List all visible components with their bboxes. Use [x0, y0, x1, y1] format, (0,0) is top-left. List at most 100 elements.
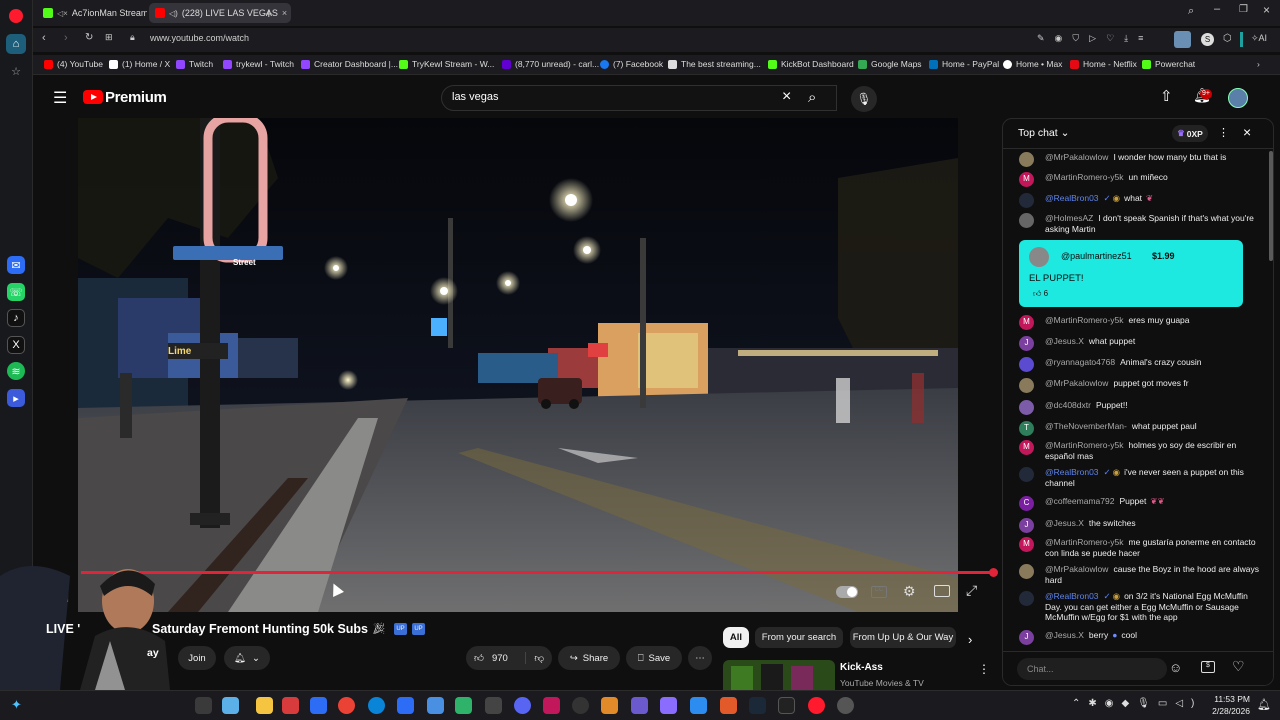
chip-from-search[interactable]: From your search — [755, 627, 843, 648]
recommendation-title[interactable]: Kick-Ass — [840, 662, 883, 673]
heart-icon[interactable]: ♡ — [1106, 33, 1114, 44]
s-extension-icon[interactable]: S — [1201, 33, 1214, 46]
tab-kick-stream[interactable]: ◁× Ac7ionMan Stream - V — [37, 3, 147, 23]
clock-time[interactable]: 11:53 PM — [1214, 694, 1250, 704]
whatsapp-icon[interactable]: ☏ — [7, 283, 25, 301]
camera-icon[interactable]: ◉ — [1055, 33, 1063, 44]
start-icon[interactable]: ✦ — [11, 697, 22, 713]
x-icon[interactable]: X — [7, 336, 25, 354]
chip-all[interactable]: All — [723, 627, 749, 648]
bookmark-mail[interactable]: (8,770 unread) - carl... — [502, 59, 599, 69]
play-icon[interactable]: ▷ — [1089, 33, 1096, 44]
fullscreen-icon[interactable]: ⤢ — [966, 582, 977, 599]
bookmark-x[interactable]: (1) Home / X — [109, 59, 170, 69]
search-input[interactable]: las vegas — [452, 91, 498, 103]
tiles-icon[interactable]: ⊞ — [105, 32, 113, 43]
app-icon[interactable] — [837, 697, 854, 714]
settings-gear-icon[interactable]: ⚙ — [903, 583, 916, 600]
recommendation-menu-icon[interactable]: ⋮ — [978, 662, 990, 676]
heart-icon[interactable]: ♡ — [1232, 658, 1245, 675]
close-chat-icon[interactable]: × — [1243, 124, 1251, 140]
notification-center-icon[interactable]: 🔔︎ — [1257, 698, 1271, 711]
youtube-logo-icon[interactable] — [83, 90, 103, 104]
bookmark-streaming[interactable]: The best streaming... — [668, 59, 761, 69]
bookmark-max[interactable]: Home • Max — [1003, 59, 1062, 69]
search-bar[interactable]: las vegas × — [441, 85, 837, 111]
file-explorer-icon[interactable] — [256, 697, 273, 714]
app-icon[interactable] — [543, 697, 560, 714]
copilot-icon[interactable] — [222, 697, 239, 714]
new-tab-icon[interactable]: + — [265, 6, 273, 21]
message-author[interactable]: @RealBron03 — [1045, 467, 1099, 477]
app-icon[interactable] — [631, 697, 648, 714]
app-icon[interactable] — [485, 697, 502, 714]
back-icon[interactable]: ‹ — [42, 32, 46, 44]
video-player[interactable]: Street Lime — [78, 118, 958, 612]
app-icon[interactable] — [572, 697, 589, 714]
message-author[interactable]: @Jesus.X — [1045, 630, 1084, 640]
super-chat-icon[interactable]: $ — [1201, 661, 1215, 673]
player-icon[interactable]: ▸ — [7, 389, 25, 407]
progress-bar[interactable] — [81, 571, 995, 574]
progress-scrubber[interactable] — [989, 568, 998, 577]
mic-icon[interactable]: 🎙︎ — [851, 86, 877, 112]
message-author[interactable]: @Jesus.X — [1045, 518, 1084, 528]
points-badge[interactable]: ♛ 0XP — [1172, 125, 1208, 142]
minimize-icon[interactable]: – — [1214, 3, 1220, 15]
channel-name[interactable]: ay — [147, 647, 159, 659]
more-bookmarks-icon[interactable]: › — [1257, 59, 1260, 69]
maximize-icon[interactable]: ❐ — [1239, 4, 1248, 15]
message-author[interactable]: @ryannagato4768 — [1045, 357, 1115, 367]
clock-date[interactable]: 2/28/2026 — [1210, 706, 1250, 716]
clear-search-icon[interactable]: × — [782, 88, 791, 106]
message-author[interactable]: @Jesus.X — [1045, 336, 1084, 346]
search-button[interactable]: ⌕ — [806, 86, 846, 112]
app-icon[interactable] — [282, 697, 299, 714]
emoji-picker-icon[interactable]: ☺ — [1169, 660, 1182, 675]
message-author[interactable]: @dc408dxtr — [1045, 400, 1091, 410]
superchat-author[interactable]: @paulmartinez51 — [1061, 251, 1132, 261]
app-icon[interactable] — [660, 697, 677, 714]
message-author[interactable]: @MrPakalowlow — [1045, 564, 1108, 574]
more-actions-icon[interactable]: ⋯ — [688, 646, 712, 670]
top-chat-dropdown[interactable]: Top chat ⌄ — [1018, 127, 1069, 139]
opera-icon[interactable] — [808, 697, 825, 714]
download-icon[interactable]: ⤓ — [1124, 33, 1128, 44]
upload-icon[interactable]: ⇧ — [1160, 87, 1173, 105]
chat-scrollbar[interactable] — [1269, 151, 1273, 261]
url-field[interactable]: www.youtube.com/watch — [150, 33, 249, 43]
chip-from-channel[interactable]: From Up Up & Our Way — [850, 627, 956, 648]
message-author[interactable]: @MartinRomero-y5k — [1045, 537, 1124, 547]
tray-icons[interactable]: ⌃✱◉◆🎙︎▭◁) — [1072, 698, 1202, 709]
bookmark-trykewl-twitch[interactable]: trykewl - Twitch — [223, 59, 294, 69]
share-button[interactable]: ↪ Share — [558, 646, 620, 670]
bookmark-twitch[interactable]: Twitch — [176, 59, 213, 69]
superchat-like[interactable]: 👍︎ 6 — [1033, 289, 1048, 299]
app-icon[interactable] — [397, 697, 414, 714]
logo-text[interactable]: Premium — [105, 89, 167, 106]
search-tabs-icon[interactable]: ⌕ — [1188, 5, 1194, 18]
message-author[interactable]: @MrPakalowlow — [1045, 152, 1108, 162]
bookmark-youtube[interactable]: (4) YouTube — [44, 59, 103, 69]
bookmark-netflix[interactable]: Home - Netflix — [1070, 59, 1137, 69]
star-icon[interactable]: ☆ — [7, 62, 25, 80]
message-author[interactable]: @coffeemama792 — [1045, 496, 1114, 506]
bookmark-paypal[interactable]: Home - PayPal — [929, 59, 999, 69]
message-author[interactable]: @MartinRomero-y5k — [1045, 172, 1124, 182]
spotify-icon[interactable]: ≋ — [7, 362, 25, 380]
app-icon[interactable] — [690, 697, 707, 714]
close-window-icon[interactable]: × — [1263, 3, 1270, 17]
discord-icon[interactable] — [514, 697, 531, 714]
chat-input[interactable]: Chat... — [1017, 658, 1167, 680]
menu-icon[interactable]: ≡ — [1138, 33, 1143, 44]
epic-icon[interactable] — [778, 697, 795, 714]
bookmark-google-maps[interactable]: Google Maps — [858, 59, 922, 69]
bookmark-creator-dashboard[interactable]: Creator Dashboard |... — [301, 59, 398, 69]
account-avatar[interactable] — [1228, 88, 1248, 108]
bookmark-trykewl-stream[interactable]: TryKewl Stream - W... — [399, 59, 494, 69]
bookmark-powerchat[interactable]: Powerchat — [1142, 59, 1195, 69]
steam-icon[interactable] — [749, 697, 766, 714]
edge-icon[interactable] — [368, 697, 385, 714]
captions-icon[interactable]: CC — [871, 586, 887, 598]
join-button[interactable]: Join — [178, 646, 216, 670]
